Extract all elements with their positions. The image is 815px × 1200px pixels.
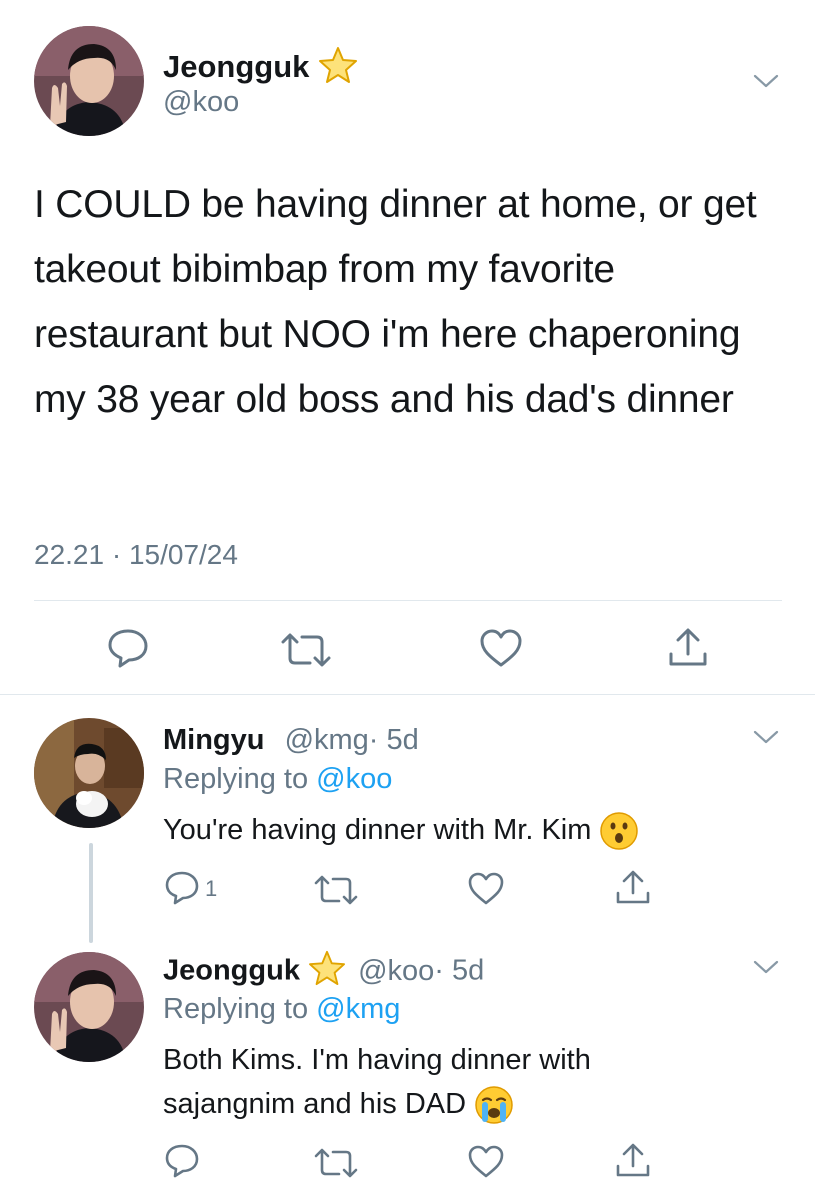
mention-link[interactable]: @koo [316,763,392,795]
reply-time[interactable]: · 5d [434,955,484,987]
replying-to: Replying to @koo [163,763,393,795]
reply-author-name[interactable]: Jeongguk [163,955,300,987]
reply-header: Mingyu @kmg· 5d [163,724,419,757]
retweet-icon[interactable] [311,873,361,907]
reply-time[interactable]: · 5d [369,724,419,756]
surprised-face-emoji [599,811,639,851]
like-icon[interactable] [466,1144,506,1180]
star-icon [318,46,358,92]
avatar[interactable] [34,952,144,1062]
divider [0,694,815,695]
retweet-icon[interactable] [311,1146,361,1180]
avatar[interactable] [34,718,144,828]
reply-header: Jeongguk @koo· 5d [163,950,484,994]
share-icon[interactable] [614,869,652,907]
reply-author-name[interactable]: Mingyu [163,724,265,756]
mention-link[interactable]: @kmg [316,993,400,1025]
thread-line [89,843,93,943]
avatar[interactable] [34,26,144,136]
reply-text: You're having dinner with Mr. Kim [163,808,639,852]
share-icon[interactable] [666,626,710,670]
chevron-down-icon[interactable] [752,958,780,976]
reply-author-handle[interactable]: @kmg [285,724,369,756]
reply-text: Both Kims. I'm having dinner with sajang… [163,1038,591,1126]
tweet-text: I COULD be having dinner at home, or get… [34,183,757,421]
reply-icon[interactable] [163,870,201,906]
star-icon [308,950,346,994]
reply-icon[interactable] [163,1143,201,1179]
like-icon[interactable] [478,628,524,670]
tweet-timestamp[interactable]: 22.21 · 15/07/24 [34,539,238,571]
chevron-down-icon[interactable] [752,72,780,90]
crying-face-emoji [474,1085,514,1125]
reply-count: 1 [205,876,218,901]
author-handle[interactable]: @koo [163,86,239,119]
reply-author-handle[interactable]: @koo [358,955,434,987]
chevron-down-icon[interactable] [752,728,780,746]
retweet-icon[interactable] [277,630,335,670]
reply-icon[interactable] [106,627,150,669]
replying-to: Replying to @kmg [163,993,401,1025]
share-icon[interactable] [614,1142,652,1180]
like-icon[interactable] [466,871,506,907]
divider [34,600,782,601]
